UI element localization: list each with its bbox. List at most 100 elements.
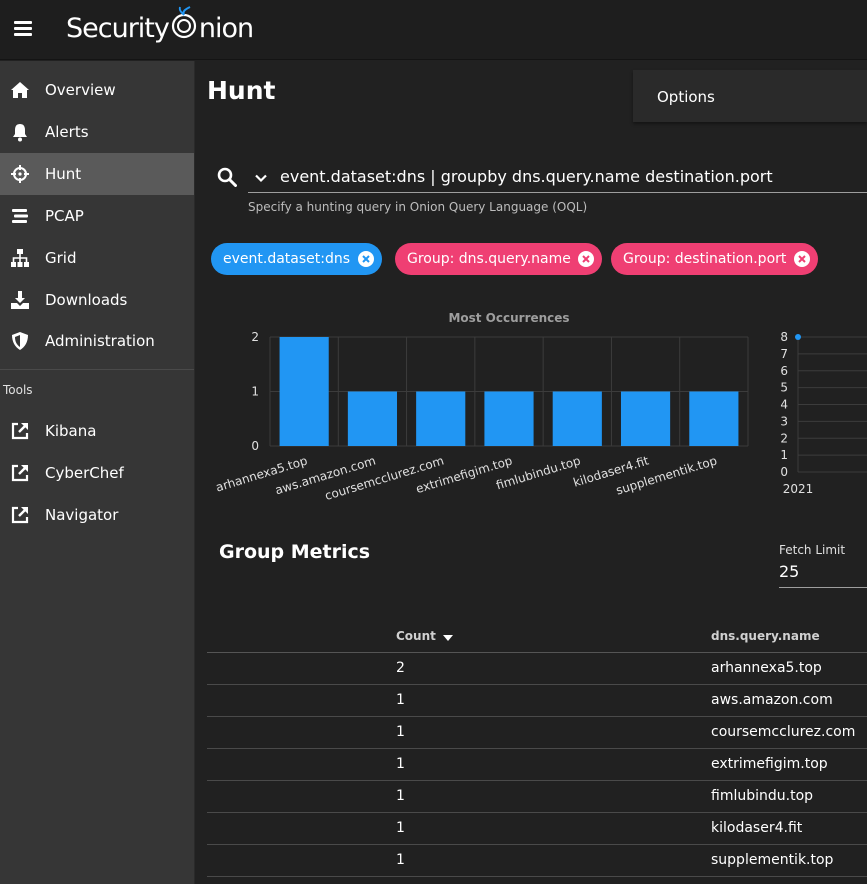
count-cell: 1 [396, 788, 405, 804]
sidebar-item-grid[interactable]: Grid [0, 237, 194, 279]
chip-label: event.dataset:dns [223, 251, 351, 267]
bar [620, 391, 671, 446]
sidebar-item-kibana[interactable]: Kibana [0, 410, 194, 452]
y-tick-label: 1 [780, 448, 788, 462]
fetch-limit-input[interactable] [779, 560, 867, 582]
table-row[interactable]: 1 coursemcclurez.com [207, 717, 867, 749]
chip-label: Group: dns.query.name [407, 251, 571, 267]
sidebar-divider [0, 369, 194, 370]
count-cell: 1 [396, 692, 405, 708]
table-row[interactable]: 1 kilodaser4.fit [207, 813, 867, 845]
hunt-query-input[interactable] [280, 164, 867, 188]
fetch-limit-label: Fetch Limit [779, 543, 846, 557]
y-tick-label: 0 [251, 439, 259, 453]
external-link-icon [11, 464, 29, 482]
bar [689, 391, 739, 446]
top-app-bar: Security nion [0, 0, 867, 60]
y-tick-label: 8 [780, 330, 788, 344]
table-row[interactable]: 1 extrimefigim.top [207, 749, 867, 781]
dns-query-name-cell: supplementik.top [711, 852, 834, 868]
sidebar-item-label: Administration [45, 332, 155, 350]
close-icon[interactable] [794, 251, 810, 267]
bar [552, 391, 602, 446]
y-tick-label: 3 [780, 414, 788, 428]
count-cell: 1 [396, 852, 405, 868]
sidebar-item-cyberchef[interactable]: CyberChef [0, 452, 194, 494]
sidebar-item-label: PCAP [45, 207, 84, 225]
sidebar-item-label: CyberChef [45, 464, 124, 482]
sidebar-item-navigator[interactable]: Navigator [0, 494, 194, 536]
table-row[interactable]: 1 aws.amazon.com [207, 685, 867, 717]
y-tick-label: 4 [780, 398, 788, 412]
chip-label: Group: destination.port [623, 251, 787, 267]
group-chip-destination-port[interactable]: Group: destination.port [611, 243, 818, 275]
query-input-underline [248, 192, 867, 193]
options-label: Options [657, 88, 715, 106]
column-header-count[interactable]: Count [396, 629, 454, 643]
sidebar-item-label: Overview [45, 81, 116, 99]
dns-query-name-cell: fimlubindu.top [711, 788, 814, 804]
dns-query-name-cell: aws.amazon.com [711, 692, 833, 708]
fetch-limit-underline [779, 587, 867, 588]
chart-title: Most Occurrences [448, 311, 569, 325]
most-occurrences-bar-chart: Most Occurrences012arhannexa5.topaws.ama… [214, 311, 749, 503]
timeline-scatter-chart: 0 1 2 3 4 5 6 7 8 2021 [780, 330, 867, 496]
y-tick-label: 2 [251, 330, 259, 344]
security-onion-logo[interactable]: Security nion [66, 6, 254, 50]
shield-icon [12, 332, 28, 350]
y-tick-label: 7 [780, 347, 788, 361]
sidebar-item-label: Alerts [45, 123, 89, 141]
table-row[interactable]: 1 fimlubindu.top [207, 781, 867, 813]
close-icon[interactable] [358, 251, 374, 267]
bar [484, 391, 534, 446]
column-header-count-label: Count [396, 629, 436, 643]
sidebar-item-label: Grid [45, 249, 77, 267]
external-link-icon [11, 506, 29, 524]
sidebar-item-administration[interactable]: Administration [0, 320, 194, 362]
count-cell: 1 [396, 820, 405, 836]
stream-icon [12, 209, 28, 223]
sidebar-item-downloads[interactable]: Downloads [0, 279, 194, 321]
data-point [795, 334, 801, 340]
bar [347, 391, 398, 446]
table-row[interactable]: 1 supplementik.top [207, 845, 867, 877]
group-metrics-title: Group Metrics [219, 541, 371, 563]
onion-logo-icon [170, 6, 198, 42]
dns-query-name-cell: arhannexa5.top [711, 660, 822, 676]
count-cell: 2 [396, 660, 405, 676]
bar [279, 337, 329, 446]
table-row[interactable]: 2 arhannexa5.top [207, 653, 867, 685]
count-cell: 1 [396, 756, 405, 772]
y-tick-label: 5 [780, 381, 788, 395]
options-panel-button[interactable]: Options [633, 70, 867, 122]
y-tick-label: 0 [780, 465, 788, 479]
sidebar: Overview Alerts Hunt PCAP Grid Downloads… [0, 61, 195, 884]
count-cell: 1 [396, 724, 405, 740]
sidebar-item-label: Hunt [45, 165, 82, 183]
chevron-down-icon[interactable] [254, 171, 268, 185]
column-header-dns-query-name[interactable]: dns.query.name [711, 629, 820, 643]
dns-query-name-cell: coursemcclurez.com [711, 724, 856, 740]
sidebar-item-hunt[interactable]: Hunt [0, 153, 194, 195]
filter-chip-dataset[interactable]: event.dataset:dns [211, 243, 382, 275]
hamburger-menu-icon[interactable] [14, 21, 32, 37]
close-icon[interactable] [578, 251, 594, 267]
sidebar-item-overview[interactable]: Overview [0, 69, 194, 111]
y-tick-label: 2 [780, 431, 788, 445]
x-tick-label: 2021 [783, 482, 814, 496]
sidebar-item-pcap[interactable]: PCAP [0, 195, 194, 237]
tools-heading: Tools [3, 383, 33, 397]
dns-query-name-cell: extrimefigim.top [711, 756, 828, 772]
sidebar-item-label: Navigator [45, 506, 119, 524]
bar [416, 391, 466, 446]
group-chip-dns-query-name[interactable]: Group: dns.query.name [395, 243, 602, 275]
search-icon[interactable] [217, 167, 237, 187]
sidebar-item-alerts[interactable]: Alerts [0, 111, 194, 153]
sitemap-icon [11, 249, 29, 267]
sidebar-item-label: Downloads [45, 291, 128, 309]
y-tick-label: 6 [780, 364, 788, 378]
sidebar-item-label: Kibana [45, 422, 97, 440]
sort-desc-icon[interactable] [442, 633, 454, 643]
bell-icon [13, 124, 27, 142]
home-icon [11, 82, 29, 98]
